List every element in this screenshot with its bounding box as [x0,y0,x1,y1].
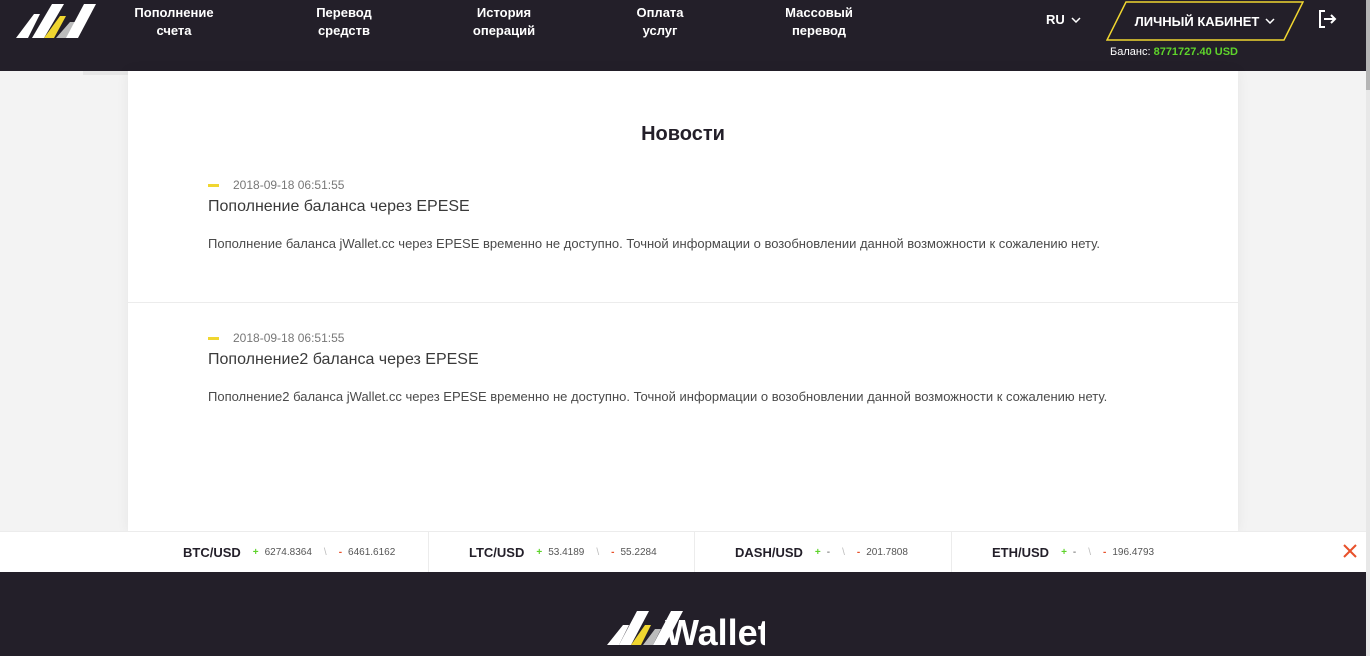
ticker-pair: ETH/USD [992,545,1050,560]
news-date-row: 2018-09-18 06:51:55 [208,331,344,345]
date-marker [208,183,219,187]
chevron-down-icon [1071,16,1081,23]
footer: Wallet [0,572,1366,656]
language-label: RU [1046,12,1065,27]
page-title: Новости [641,123,725,145]
nav-payments[interactable]: Оплата услуг [622,4,698,40]
page-scrollbar[interactable] [1366,0,1370,656]
news-text: Пополнение2 баланса jWallet.cc через EPE… [208,389,1108,404]
footer-logo-text: Wallet [665,612,765,649]
news-divider [128,302,1238,303]
ticker-pair: BTC/USD [183,545,241,560]
ticker-buy: - [826,547,831,558]
ticker-item-dash: DASH/USD + - \ - 201.7808 [735,532,908,573]
ticker-pair: LTC/USD [469,545,525,560]
logout-icon[interactable] [1316,8,1338,30]
arrow-down-icon: - [338,547,343,558]
ticker-separator [694,532,695,573]
news-title[interactable]: Пополнение2 баланса через EPESE [208,351,479,369]
nav-deposit-line2: счета [156,23,192,38]
nav-mass-transfer-line1: Массовый [785,5,853,20]
balance-label: Баланс: [1110,46,1151,58]
nav-deposit[interactable]: Пополнение счета [132,4,216,40]
arrow-down-icon: - [1103,547,1107,558]
ticker-sell: 6461.6162 [348,547,396,558]
chevron-down-icon [1265,18,1275,24]
top-header: Пополнение счета Перевод средств История… [0,0,1366,71]
scrollbar-thumb[interactable] [1366,0,1370,90]
balance-amount: 8771727.40 USD [1153,46,1238,58]
ticker-buy: 53.4189 [548,547,585,558]
ticker-separator [951,532,952,573]
ticker-separator [428,532,429,573]
nav-transfer[interactable]: Перевод средств [304,4,384,40]
ticker-buy: - [1072,547,1077,558]
arrow-up-icon: + [536,547,543,558]
nav-history-line1: История [476,5,532,20]
nav-transfer-line2: средств [317,23,371,38]
news-card: Новости 2018-09-18 06:51:55 Пополнение б… [128,71,1238,532]
ticker-sell: 201.7808 [866,547,908,558]
news-text: Пополнение баланса jWallet.cc через EPES… [208,236,1100,251]
personal-cabinet-button[interactable]: ЛИЧНЫЙ КАБИНЕТ [1106,1,1304,41]
nav-mass-transfer[interactable]: Массовый перевод [776,4,862,40]
nav-mass-transfer-line2: перевод [791,23,847,38]
nav-payments-line2: услуг [642,23,678,38]
close-icon[interactable] [1342,543,1358,559]
arrow-down-icon: - [856,547,861,558]
ticker-item-ltc: LTC/USD + 53.4189 \ - 55.2284 [469,532,657,573]
arrow-up-icon: + [814,547,821,558]
separator-icon: \ [842,547,845,558]
nav-deposit-line1: Пополнение [134,5,214,20]
arrow-up-icon: + [252,547,259,558]
news-date: 2018-09-18 06:51:55 [233,178,345,192]
separator-icon: \ [323,547,327,558]
language-select[interactable]: RU [1046,12,1081,27]
separator-icon: \ [1088,547,1092,558]
ticker-sell: 55.2284 [620,547,657,558]
news-title[interactable]: Пополнение баланса через EPESE [208,198,470,216]
nav-history[interactable]: История операций [464,4,544,40]
ticker-pair: DASH/USD [735,545,803,560]
nav-transfer-line1: Перевод [316,5,372,20]
cabinet-label: ЛИЧНЫЙ КАБИНЕТ [1134,13,1260,29]
nav-payments-line1: Оплата [636,5,684,20]
news-date: 2018-09-18 06:51:55 [233,331,345,345]
ticker-sell: 196.4793 [1112,547,1155,558]
jwallet-logo[interactable] [14,2,96,42]
nav-history-line2: операций [472,23,536,38]
rates-ticker: BTC/USD + 6274.8364 \ - 6461.6162 LTC/US… [0,531,1366,573]
ticker-item-eth: ETH/USD + - \ - 196.4793 [992,532,1154,573]
footer-logo[interactable]: Wallet [605,605,765,649]
balance-info: Баланс: 8771727.40 USD [1110,46,1238,58]
separator-icon: \ [596,547,600,558]
arrow-down-icon: - [611,547,615,558]
arrow-up-icon: + [1061,547,1067,558]
news-date-row: 2018-09-18 06:51:55 [208,178,344,192]
ticker-item-btc: BTC/USD + 6274.8364 \ - 6461.6162 [183,532,395,573]
ticker-buy: 6274.8364 [264,547,312,558]
date-marker [208,336,219,340]
